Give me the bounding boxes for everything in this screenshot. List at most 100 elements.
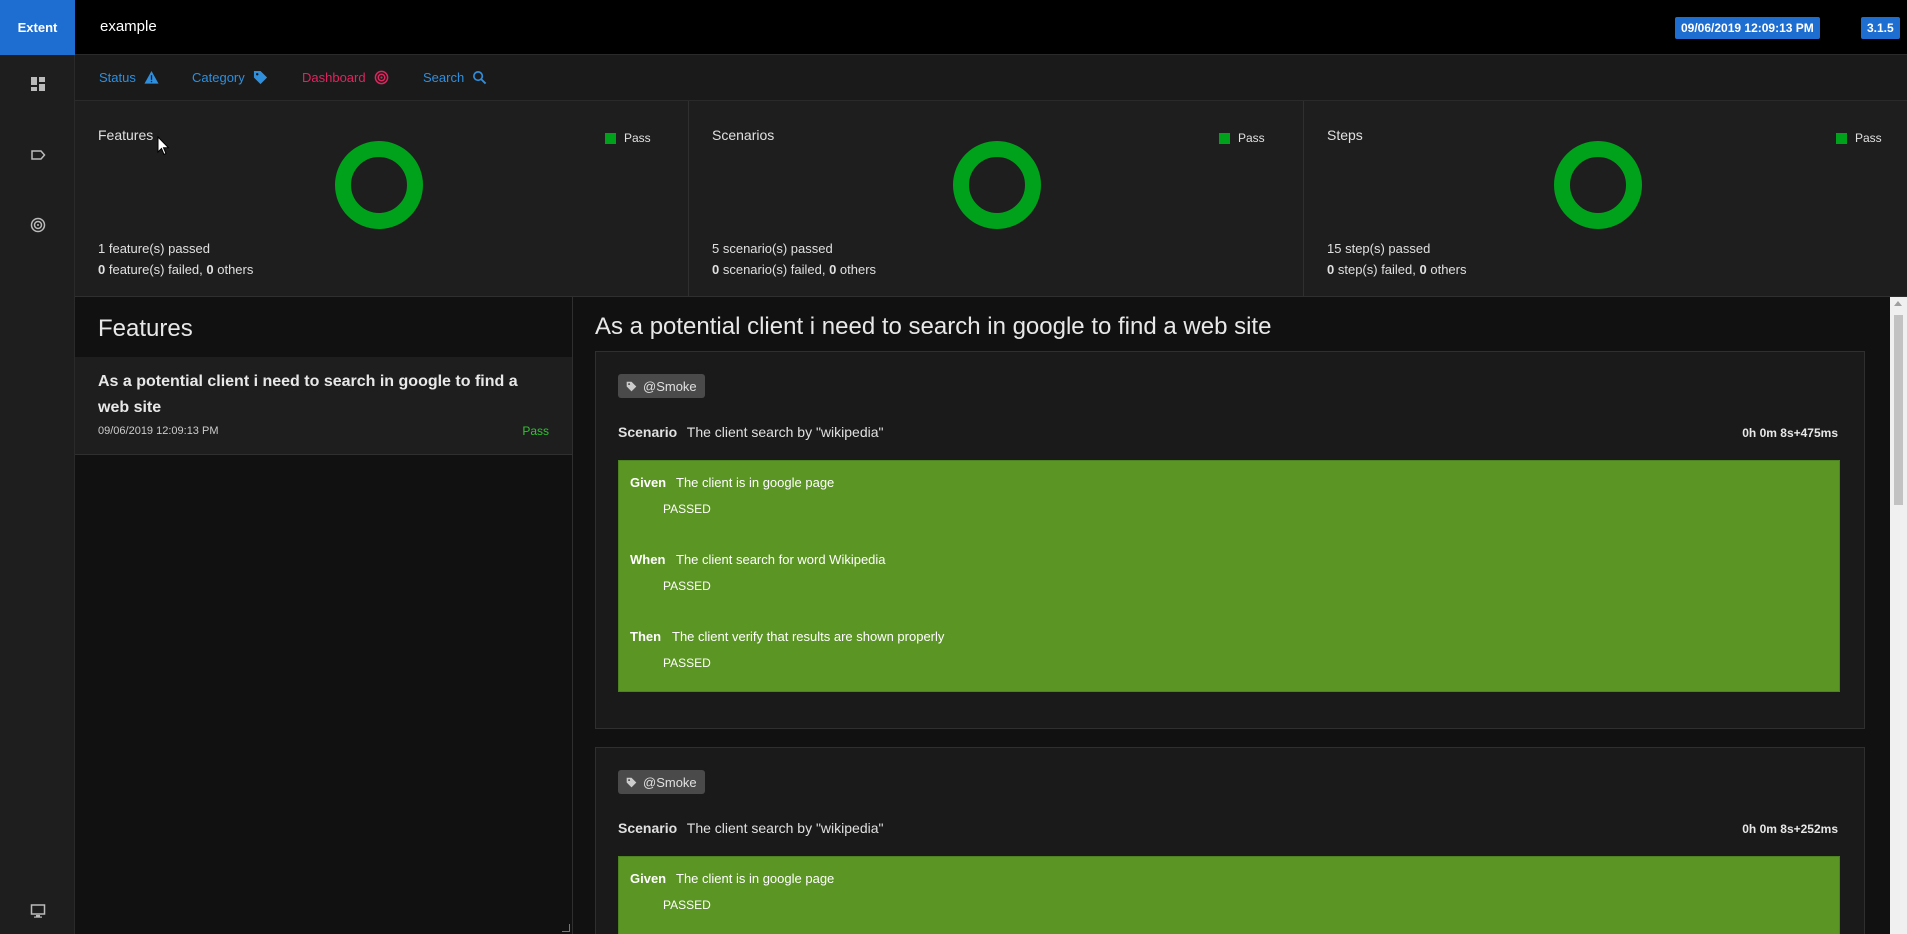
scrollbar-thumb[interactable] — [1894, 315, 1903, 505]
features-card: Features Pass 1 feature(s) passed 0 feat… — [75, 101, 689, 297]
chart-legend: Pass — [605, 131, 651, 145]
steps-card: Steps Pass 15 step(s) passed 0 step(s) f… — [1304, 101, 1907, 297]
step-result: PASSED — [663, 898, 711, 912]
scenario-duration: 0h 0m 8s+252ms — [1742, 822, 1838, 836]
passed-stat: 15 step(s) passed — [1327, 241, 1430, 256]
nav-dashboard[interactable]: Dashboard — [302, 70, 389, 85]
failed-text: feature(s) failed, — [105, 262, 207, 277]
scenarios-card: Scenarios Pass 5 scenario(s) passed 0 sc… — [689, 101, 1304, 297]
legend-label: Pass — [1855, 131, 1882, 145]
sidebar: Extent — [0, 0, 75, 934]
monitor-icon[interactable] — [0, 903, 75, 919]
dashboard-radar-icon — [374, 70, 388, 85]
step-text: The client verify that results are shown… — [672, 629, 945, 644]
tag-icon — [253, 70, 267, 85]
tag-icon — [626, 381, 637, 391]
feature-detail-title: As a potential client i need to search i… — [595, 313, 1272, 340]
scroll-up-arrow-icon[interactable] — [1894, 301, 1902, 306]
feature-item-title: As a potential client i need to search i… — [98, 373, 518, 416]
summary-cards: Features Pass 1 feature(s) passed 0 feat… — [75, 101, 1907, 297]
step-keyword: Given — [630, 475, 667, 490]
tag-icon — [626, 777, 637, 787]
legend-label: Pass — [1238, 131, 1265, 145]
passed-text: feature(s) passed — [105, 241, 211, 256]
step-row: When The client search for word Wikipedi… — [619, 538, 1839, 615]
step-keyword: When — [630, 552, 666, 567]
step-row: Given The client is in google page PASSE… — [619, 461, 1839, 538]
scenario-keyword: Scenario — [618, 424, 678, 440]
nav-category[interactable]: Category — [192, 70, 268, 85]
mouse-cursor-icon — [157, 136, 170, 156]
scenario-name: The client search by "wikipedia" — [686, 820, 884, 836]
step-result: PASSED — [663, 656, 711, 670]
warning-triangle-icon — [144, 70, 159, 84]
steps-block: Given The client is in google page PASSE… — [618, 856, 1840, 934]
donut-pass-slice — [953, 141, 1041, 229]
feature-item-time: 09/06/2019 12:09:13 PM — [98, 425, 219, 437]
features-list-pane: Features As a potential client i need to… — [75, 297, 573, 934]
version-badge: 3.1.5 — [1861, 17, 1900, 39]
scenario-card: @Smoke Scenario The client search by "wi… — [595, 747, 1865, 934]
steps-block: Given The client is in google page PASSE… — [618, 460, 1840, 692]
passed-stat: 1 feature(s) passed — [98, 241, 210, 256]
label-tag-icon[interactable] — [0, 147, 75, 163]
donut-pass-slice — [1554, 141, 1642, 229]
nav-search-label: Search — [423, 70, 465, 85]
features-heading: Features — [98, 315, 193, 342]
donut-pass-slice — [335, 141, 423, 229]
scenario-tag-label: @Smoke — [643, 774, 697, 790]
legend-label: Pass — [624, 131, 651, 145]
feature-detail-pane: As a potential client i need to search i… — [573, 297, 1907, 934]
step-result: PASSED — [663, 579, 711, 593]
scenario-header: Scenario The client search by "wikipedia… — [618, 424, 883, 440]
others-text: others — [836, 262, 877, 277]
failed-text: scenario(s) failed, — [719, 262, 830, 277]
card-title: Scenarios — [712, 127, 775, 143]
nav-category-label: Category — [192, 70, 245, 85]
legend-swatch-pass — [1219, 132, 1230, 144]
scenario-name: The client search by "wikipedia" — [686, 424, 884, 440]
others-count: 0 — [206, 262, 214, 277]
brand-logo[interactable]: Extent — [0, 0, 75, 55]
resize-grip[interactable] — [562, 924, 570, 932]
nav-search[interactable]: Search — [423, 70, 487, 85]
passed-text: step(s) passed — [1341, 241, 1431, 256]
failed-stat: 0 step(s) failed, 0 others — [1327, 262, 1466, 277]
scenario-tag[interactable]: @Smoke — [618, 770, 705, 794]
step-row: Given The client is in google page PASSE… — [619, 857, 1839, 934]
vertical-scrollbar[interactable] — [1890, 297, 1907, 934]
radar-icon[interactable] — [0, 217, 75, 233]
others-text: others — [1426, 262, 1467, 277]
scenario-duration: 0h 0m 8s+475ms — [1742, 426, 1838, 440]
legend-swatch-pass — [605, 132, 616, 144]
top-bar: example 09/06/2019 12:09:13 PM 3.1.5 — [75, 0, 1907, 55]
feature-item-status: Pass — [522, 424, 549, 438]
scenario-keyword: Scenario — [618, 820, 678, 836]
step-text: The client is in google page — [676, 871, 835, 886]
nav-status[interactable]: Status — [99, 70, 159, 85]
step-keyword: Then — [630, 629, 662, 644]
dashboard-grid-icon[interactable] — [0, 76, 75, 92]
search-icon — [473, 71, 487, 85]
timestamp-badge: 09/06/2019 12:09:13 PM — [1675, 17, 1820, 39]
features-donut-chart — [335, 141, 423, 229]
chart-legend: Pass — [1836, 131, 1882, 145]
others-text: others — [213, 262, 254, 277]
view-nav-bar: Status Category Dashboard Search — [75, 55, 1907, 101]
scenario-card: @Smoke Scenario The client search by "wi… — [595, 351, 1865, 729]
scenarios-donut-chart — [953, 141, 1041, 229]
step-text: The client is in google page — [676, 475, 835, 490]
step-row: Then The client verify that results are … — [619, 615, 1839, 692]
scenario-tag-label: @Smoke — [643, 378, 697, 394]
step-result: PASSED — [663, 502, 711, 516]
scenario-tag[interactable]: @Smoke — [618, 374, 705, 398]
others-count: 0 — [1419, 262, 1427, 277]
nav-dashboard-label: Dashboard — [302, 70, 366, 85]
scenario-header: Scenario The client search by "wikipedia… — [618, 820, 883, 836]
failed-stat: 0 scenario(s) failed, 0 others — [712, 262, 876, 277]
passed-count: 15 — [1327, 241, 1342, 256]
feature-list-item[interactable]: As a potential client i need to search i… — [75, 357, 572, 455]
step-keyword: Given — [630, 871, 667, 886]
passed-text: scenario(s) passed — [719, 241, 833, 256]
steps-donut-chart — [1554, 141, 1642, 229]
